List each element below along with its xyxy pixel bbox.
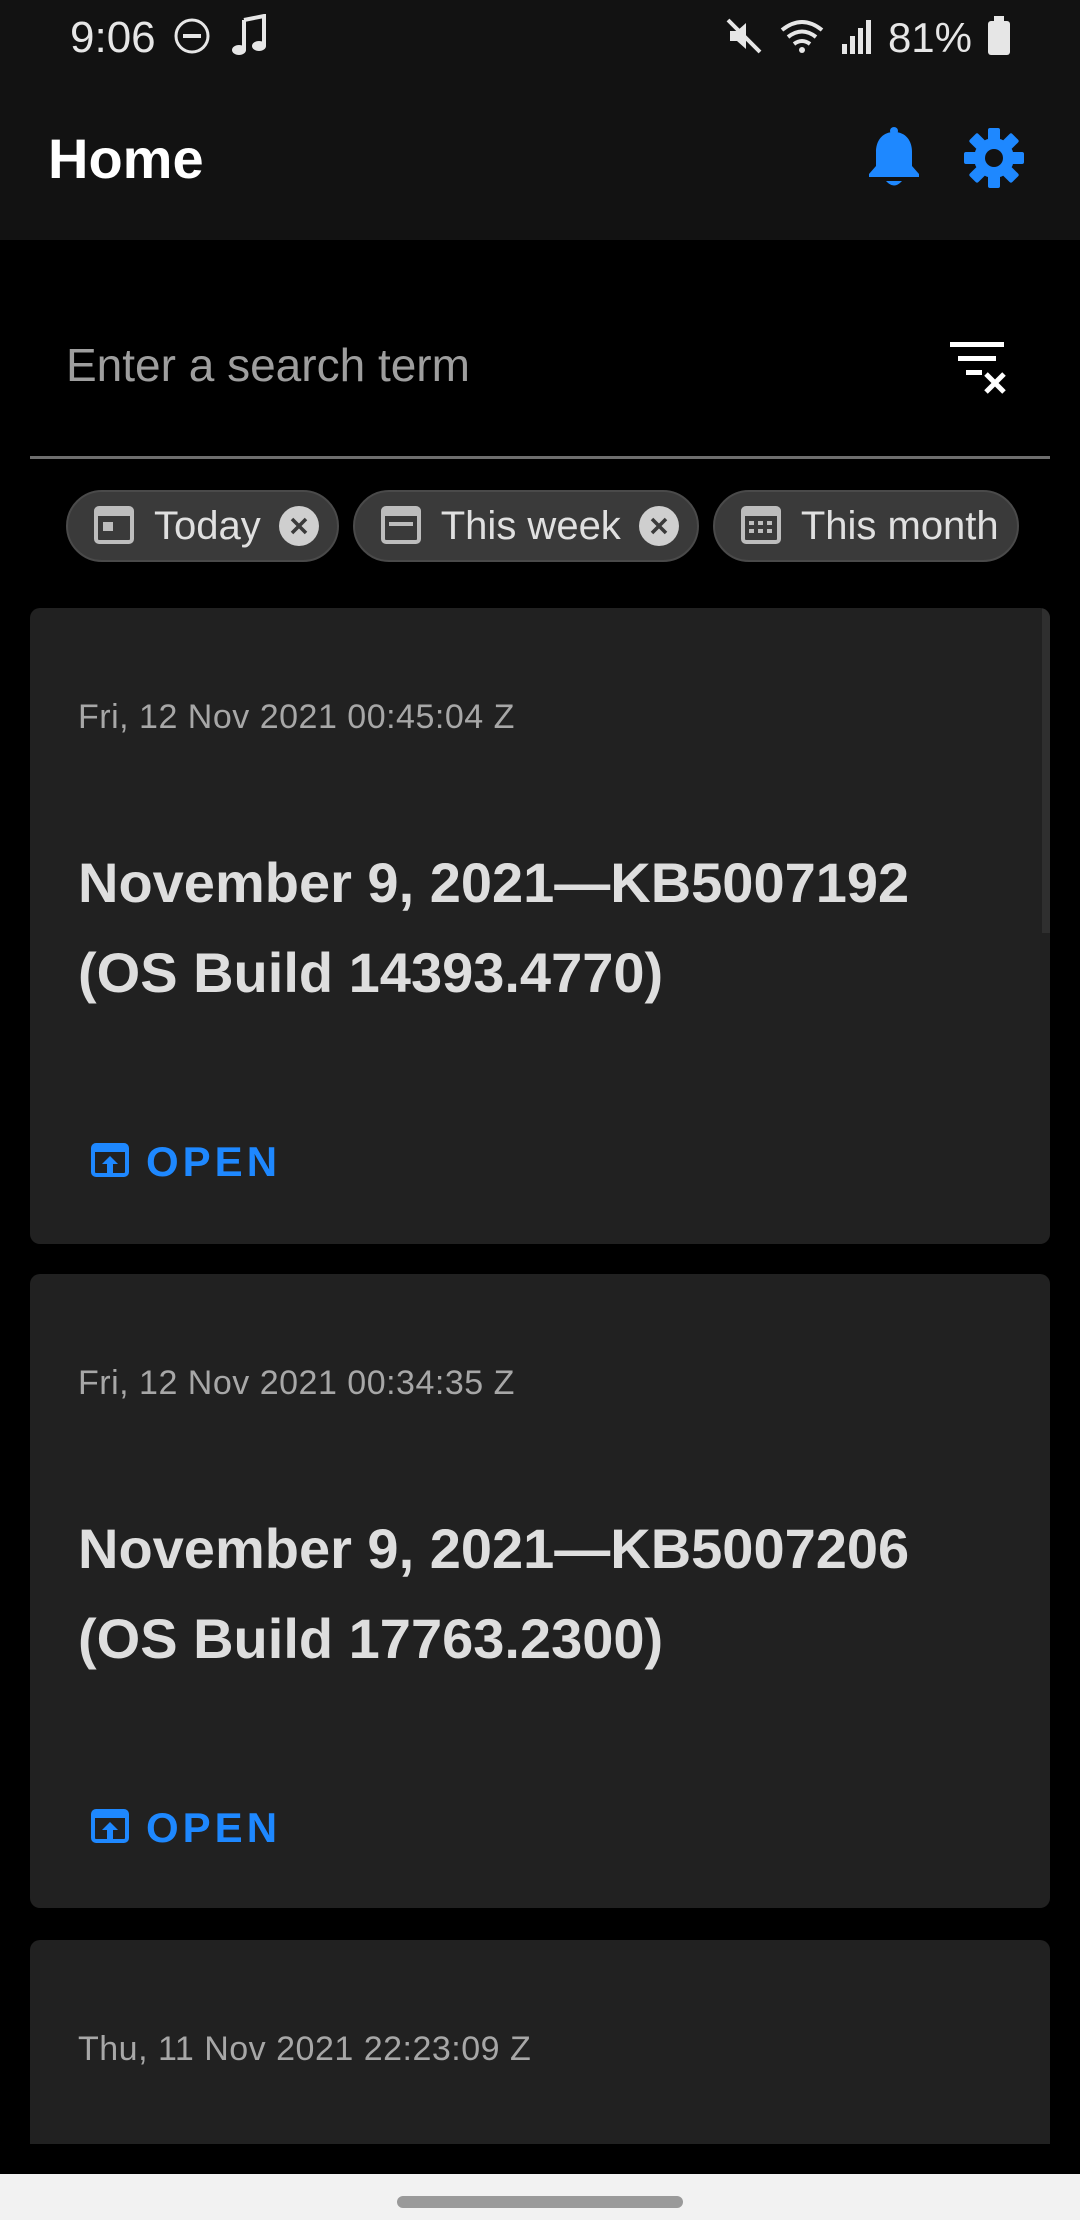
news-card[interactable]: Fri, 12 Nov 2021 00:34:35 Z November 9, … [30,1274,1050,1908]
status-bar: 9:06 81% [0,0,1080,80]
calendar-month-icon [739,502,783,551]
gear-icon [963,127,1025,194]
close-icon[interactable] [278,506,319,546]
card-date: Fri, 12 Nov 2021 00:34:35 Z [78,1364,515,1402]
open-in-new-icon [90,1142,130,1183]
news-card[interactable]: Fri, 12 Nov 2021 00:45:04 Z November 9, … [30,608,1050,1244]
battery-percent: 81% [887,14,972,61]
status-right-icons: 81% [724,12,1012,64]
battery-icon [986,15,1012,62]
card-title: November 9, 2021—KB5007192 (OS Build 143… [78,851,910,1004]
mute-icon [724,16,764,61]
chip-this-month[interactable]: This month [712,490,1019,562]
open-in-new-icon [90,1808,130,1849]
close-icon[interactable] [638,506,679,546]
status-time: 9:06 [70,13,156,62]
news-card[interactable]: Thu, 11 Nov 2021 22:23:09 Z [30,1940,1050,2144]
clear-filters-button[interactable] [938,328,1018,408]
page-title: Home [48,127,204,190]
music-note-icon [230,13,270,63]
dnd-icon [172,16,212,61]
search-area [30,300,1050,460]
card-date: Fri, 12 Nov 2021 00:45:04 Z [78,698,515,736]
open-button[interactable]: OPEN [90,1804,281,1852]
chip-label: This month [800,504,999,548]
card-title: November 9, 2021—KB5007206 (OS Build 177… [78,1517,910,1670]
signal-icon [840,16,874,61]
settings-button[interactable] [954,120,1034,200]
date-filter-chips: Today This week This month [30,490,1050,564]
wifi-icon [778,16,826,61]
gesture-bar [0,2174,1080,2220]
chip-label: Today [154,504,261,548]
chip-label: This week [440,504,621,548]
filter-clear-icon [948,338,1008,399]
search-input[interactable] [30,320,930,410]
chip-today[interactable]: Today [66,490,339,562]
home-indicator[interactable] [397,2196,683,2208]
chip-this-week[interactable]: This week [352,490,699,562]
calendar-week-icon [379,502,423,551]
bell-icon [865,126,923,195]
status-left-icons [172,13,270,63]
open-button[interactable]: OPEN [90,1138,281,1186]
calendar-day-icon [92,502,136,551]
scrollbar[interactable] [1042,608,1050,933]
open-label: OPEN [146,1138,282,1185]
notifications-button[interactable] [854,120,934,200]
open-label: OPEN [146,1804,282,1851]
search-underline [30,456,1050,459]
card-date: Thu, 11 Nov 2021 22:23:09 Z [78,2030,532,2068]
app-bar: Home [0,80,1080,240]
